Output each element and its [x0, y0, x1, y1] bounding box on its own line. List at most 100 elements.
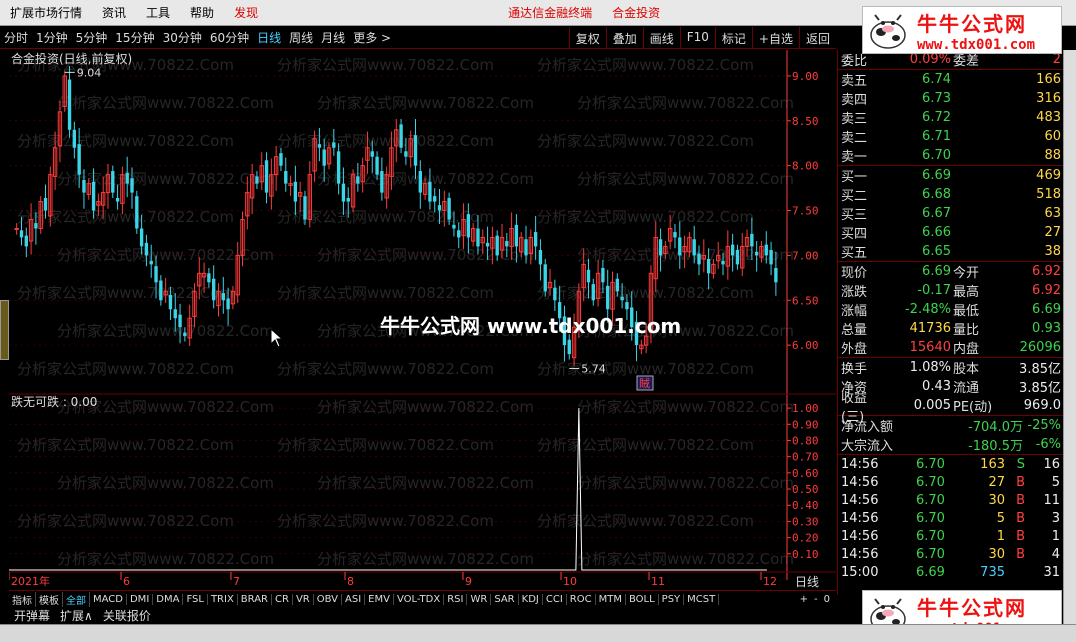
bid-row-1[interactable]: 买二 6.68 518: [838, 185, 1063, 204]
menu-item-2[interactable]: 工具: [136, 4, 180, 21]
indicator-tab-18[interactable]: KDJ: [519, 593, 543, 605]
candle-down: [404, 151, 408, 157]
indicator-tab-22[interactable]: BOLL: [626, 593, 659, 605]
toolbar-button-3[interactable]: F10: [679, 27, 715, 48]
toolbar-button-2[interactable]: 画线: [642, 27, 680, 48]
indicator-tab-21[interactable]: MTM: [596, 593, 626, 605]
stat-row-2: 涨幅 -2.48% 最低 6.69: [838, 300, 1063, 319]
menu-item-4[interactable]: 发现: [224, 4, 268, 21]
ask-row-3[interactable]: 卖二 6.71 60: [838, 127, 1063, 146]
indicator-tab-15[interactable]: RSI: [444, 593, 468, 605]
candle-down: [19, 230, 24, 238]
bottom-tab-2[interactable]: 关联报价: [98, 607, 156, 624]
indicator-tab-11[interactable]: OBV: [314, 593, 342, 605]
committee-row-value: 0.09%: [909, 52, 951, 67]
candle-down: [697, 253, 701, 265]
candle-down: [505, 241, 509, 247]
indicator-tab-0[interactable]: 指标: [9, 591, 36, 607]
indicator-tab-6[interactable]: FSL: [183, 593, 208, 605]
period-tab-5[interactable]: 60分钟: [206, 29, 253, 46]
bottom-tab-1[interactable]: 扩展∧: [55, 607, 98, 624]
menu-item-1[interactable]: 资讯: [92, 4, 136, 21]
period-tab-8[interactable]: 月线: [317, 29, 349, 46]
indicator-tab-16[interactable]: WR: [467, 593, 492, 605]
bid-volume: 518: [1036, 187, 1061, 202]
indicator-control-0[interactable]: +: [800, 594, 808, 605]
stat-row-0-value: 6.69: [922, 264, 951, 279]
candle-down: [428, 181, 432, 202]
ask-row-1[interactable]: 卖四 6.73 316: [838, 89, 1063, 108]
candle-down: [279, 153, 283, 166]
period-tab-0[interactable]: 分时: [0, 29, 32, 46]
indicator-control-2[interactable]: 0: [824, 594, 830, 605]
bid-row-3[interactable]: 买四 6.66 27: [838, 223, 1063, 242]
trade-volume: 5: [996, 510, 1005, 526]
ask-row-2[interactable]: 卖三 6.72 483: [838, 108, 1063, 127]
period-tab-6[interactable]: 日线: [253, 29, 285, 46]
ask-row-4[interactable]: 卖一 6.70 88: [838, 146, 1063, 165]
candle-down: [447, 197, 451, 220]
cow-logo-icon: [870, 14, 906, 49]
period-tab-9[interactable]: 更多 >: [349, 29, 395, 46]
menu-item-0[interactable]: 扩展市场行情: [0, 4, 92, 21]
indicator-tab-19[interactable]: CCI: [543, 593, 567, 605]
ask-label: 卖四: [841, 93, 868, 108]
trade-count: 5: [1051, 474, 1060, 490]
stat-row-4-value: 15640: [909, 340, 951, 355]
vertical-scrollbar[interactable]: [1063, 50, 1076, 624]
period-tab-4[interactable]: 30分钟: [159, 29, 206, 46]
candle-down: [336, 151, 341, 184]
flow-value: -180.5万: [968, 439, 1023, 454]
toolbar-button-4[interactable]: 标记: [714, 27, 752, 48]
candle-down: [514, 224, 519, 247]
fund-row-0-value: 1.08%: [909, 360, 951, 375]
indicator-tab-23[interactable]: PSY: [659, 593, 685, 605]
toolbar-button-1[interactable]: 叠加: [605, 27, 643, 48]
indicator-tab-3[interactable]: MACD: [90, 593, 127, 605]
indicator-tab-4[interactable]: DMI: [127, 593, 154, 605]
toolbar-button-5[interactable]: +自选: [751, 27, 799, 48]
indicator-tick-label: 0.40: [792, 499, 819, 512]
indicator-tab-1[interactable]: 模板: [36, 591, 63, 607]
indicator-tab-24[interactable]: MCST: [684, 593, 720, 605]
flow-value: -704.0万: [968, 420, 1023, 435]
candle-down: [601, 267, 605, 283]
indicator-tick-label: 0.70: [792, 451, 819, 464]
trade-price: 6.70: [916, 474, 945, 490]
indicator-tab-5[interactable]: DMA: [153, 593, 184, 605]
indicator-tab-7[interactable]: TRIX: [208, 593, 238, 605]
indicator-control-1[interactable]: -: [814, 594, 818, 605]
period-tab-3[interactable]: 15分钟: [111, 29, 158, 46]
indicator-tab-10[interactable]: VR: [293, 593, 314, 605]
candle-down: [72, 129, 77, 148]
side-panel-toggle[interactable]: [0, 300, 9, 360]
ask-row-0[interactable]: 卖五 6.74 166: [838, 70, 1063, 89]
bottom-tab-0[interactable]: 开弹幕: [9, 607, 55, 624]
indicator-tab-17[interactable]: SAR: [491, 593, 519, 605]
period-tab-2[interactable]: 5分钟: [72, 29, 112, 46]
indicator-tab-12[interactable]: ASI: [342, 593, 366, 605]
trade-time: 14:56: [841, 474, 879, 490]
indicator-tab-8[interactable]: BRAR: [238, 593, 272, 605]
indicator-tab-14[interactable]: VOL-TDX: [394, 593, 445, 605]
trade-count: 4: [1051, 546, 1060, 562]
quote-panel: 委比 0.09% 委差 2 卖五 6.74 166 卖四 6.73 316 卖三 6.72 483 卖二 6…: [837, 50, 1063, 595]
candle-down: [255, 176, 259, 184]
stat-row-3: 总量 41736 量比 0.93: [838, 319, 1063, 338]
indicator-tab-13[interactable]: EMV: [365, 593, 394, 605]
toolbar-button-0[interactable]: 复权: [568, 27, 606, 48]
candle-down: [567, 339, 571, 355]
menu-item-3[interactable]: 帮助: [180, 4, 224, 21]
bid-row-0[interactable]: 买一 6.69 469: [838, 166, 1063, 185]
bid-row-2[interactable]: 买三 6.67 63: [838, 204, 1063, 223]
period-tab-7[interactable]: 周线: [285, 29, 317, 46]
indicator-tab-2[interactable]: 全部: [63, 591, 90, 607]
stat-row-3-label2: 量比: [953, 323, 980, 338]
candle-down: [730, 244, 735, 256]
bid-row-4[interactable]: 买五 6.65 38: [838, 242, 1063, 261]
indicator-tab-20[interactable]: ROC: [567, 593, 596, 605]
toolbar-button-6[interactable]: 返回: [798, 27, 836, 48]
period-tab-1[interactable]: 1分钟: [32, 29, 72, 46]
candle-down: [77, 144, 81, 175]
indicator-tab-9[interactable]: CR: [272, 593, 293, 605]
